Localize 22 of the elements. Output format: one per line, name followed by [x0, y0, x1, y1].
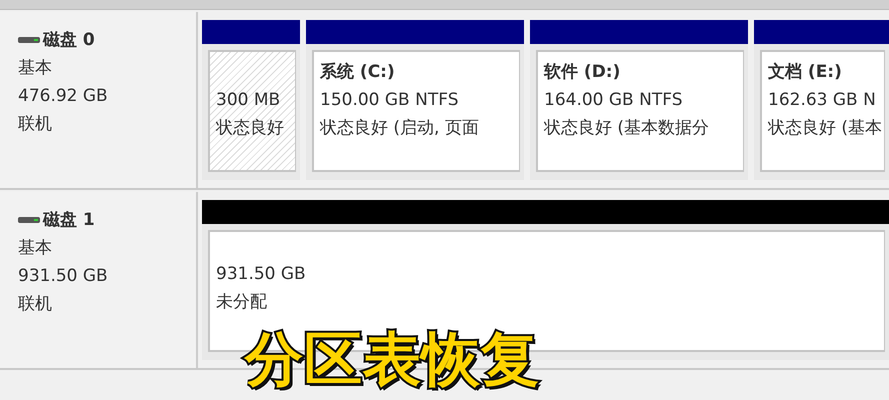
partition-size: 300 MB: [216, 89, 282, 112]
disk-name: 磁盘 1: [43, 209, 95, 232]
partition-status: 状态良好: [216, 117, 285, 140]
partition-status: 未分配: [216, 291, 268, 314]
partition-title: 文档 (E:): [768, 61, 843, 84]
disk-name: 磁盘 0: [43, 29, 95, 52]
partition-title: 软件 (D:): [544, 61, 622, 84]
partition-status: 状态良好 (基本: [768, 117, 884, 140]
partition-title: 系统 (C:): [320, 61, 396, 84]
disk-size: 931.50 GB: [18, 265, 109, 288]
disk-size: 476.92 GB: [18, 85, 109, 108]
partition-status: 状态良好 (启动, 页面: [320, 117, 480, 140]
disk-type: 基本: [18, 237, 53, 260]
partition-size: 150.00 GB NTFS: [320, 89, 460, 112]
partition-size: 164.00 GB NTFS: [544, 89, 684, 112]
disk-status: 联机: [18, 113, 53, 136]
partition-status: 状态良好 (基本数据分: [544, 117, 710, 140]
video-caption: 分区表恢复: [245, 328, 540, 392]
partition-size: 162.63 GB N: [768, 89, 877, 112]
partition-size: 931.50 GB: [216, 263, 307, 286]
disk-status: 联机: [18, 293, 53, 316]
disk-type: 基本: [18, 57, 53, 80]
